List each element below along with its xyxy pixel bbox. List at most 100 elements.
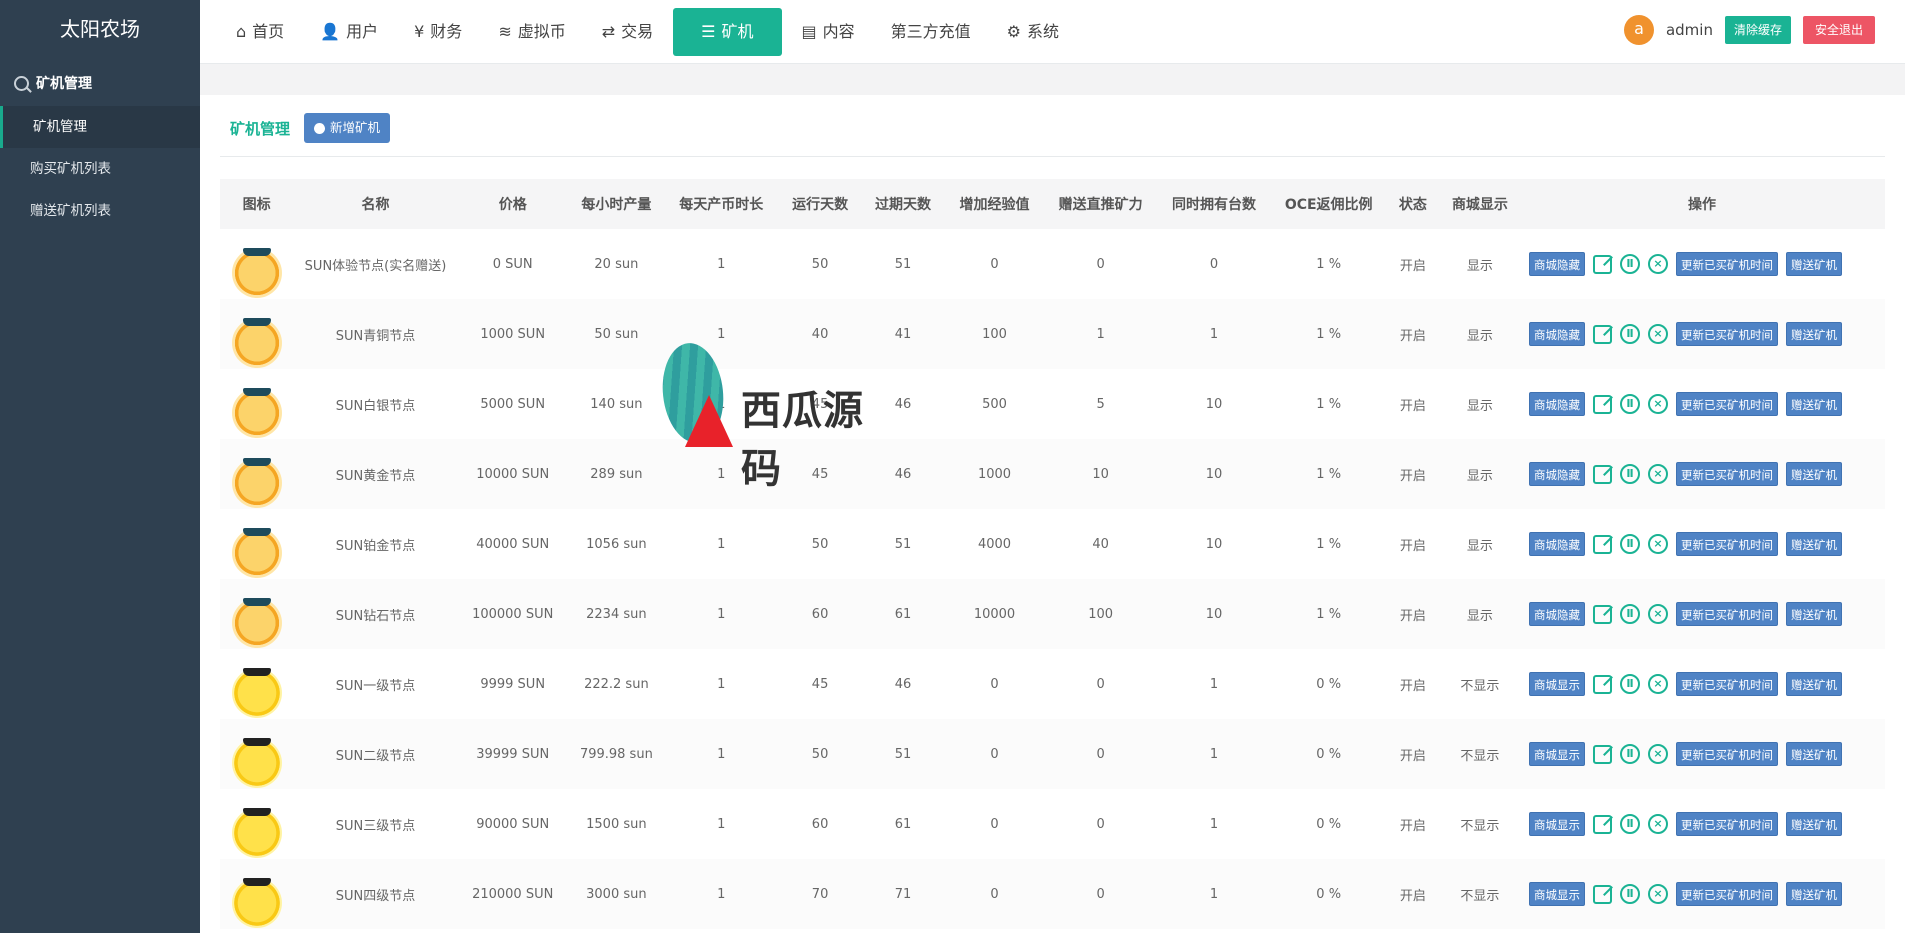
- icon-cell: [220, 579, 294, 649]
- cell-status: 开启: [1399, 398, 1426, 414]
- pause-icon[interactable]: Ⅱ: [1619, 464, 1640, 484]
- clear-cache-button[interactable]: 清除缓存: [1724, 16, 1791, 44]
- shop-toggle-button[interactable]: 商城显示: [1528, 812, 1585, 836]
- delete-icon[interactable]: ×: [1647, 254, 1668, 274]
- pause-icon[interactable]: Ⅱ: [1619, 254, 1640, 274]
- delete-icon[interactable]: ×: [1647, 464, 1668, 484]
- delete-icon[interactable]: ×: [1647, 674, 1668, 694]
- gift-miner-button[interactable]: 赠送矿机: [1785, 252, 1842, 276]
- server-icon: ☰: [701, 22, 716, 41]
- update-time-button[interactable]: 更新已买矿机时间: [1675, 462, 1778, 486]
- cell-run: 50: [811, 256, 829, 272]
- shop-toggle-button[interactable]: 商城隐藏: [1528, 252, 1585, 276]
- shop-toggle-button[interactable]: 商城隐藏: [1528, 392, 1585, 416]
- nav-item[interactable]: ⚙ 系统: [991, 8, 1075, 56]
- actions-cell: 商城隐藏 Ⅱ × 更新已买矿机时间 赠送矿机: [1518, 579, 1885, 649]
- nav-item[interactable]: 👤 用户: [304, 8, 394, 56]
- update-time-button[interactable]: 更新已买矿机时间: [1675, 532, 1778, 556]
- edit-icon[interactable]: [1592, 884, 1612, 904]
- edit-icon[interactable]: [1592, 464, 1612, 484]
- gift-miner-button[interactable]: 赠送矿机: [1785, 602, 1842, 626]
- edit-icon[interactable]: [1592, 324, 1612, 344]
- nav-item[interactable]: ⌂ 首页: [220, 8, 300, 56]
- gift-miner-button[interactable]: 赠送矿机: [1785, 672, 1842, 696]
- column-header: 名称: [293, 179, 458, 229]
- edit-icon[interactable]: [1592, 814, 1612, 834]
- nav-item[interactable]: 第三方充值: [875, 8, 987, 56]
- shop-toggle-button[interactable]: 商城隐藏: [1528, 532, 1585, 556]
- sidebar-section-label: 矿机管理: [36, 76, 92, 92]
- table-row: SUN黄金节点 10000 SUN 289 sun 1 45 46 1000 10 10 1 % 开…: [220, 439, 1885, 509]
- update-time-button[interactable]: 更新已买矿机时间: [1675, 812, 1778, 836]
- edit-icon[interactable]: [1592, 394, 1612, 414]
- cell-run: 45: [811, 676, 829, 692]
- edit-icon[interactable]: [1592, 604, 1612, 624]
- pause-icon[interactable]: Ⅱ: [1619, 324, 1640, 344]
- update-time-button[interactable]: 更新已买矿机时间: [1675, 672, 1778, 696]
- delete-icon[interactable]: ×: [1647, 814, 1668, 834]
- pause-icon[interactable]: Ⅱ: [1619, 884, 1640, 904]
- actions-cell: 商城隐藏 Ⅱ × 更新已买矿机时间 赠送矿机: [1518, 439, 1885, 509]
- cell-status: 开启: [1399, 818, 1426, 834]
- pause-icon[interactable]: Ⅱ: [1619, 674, 1640, 694]
- gift-miner-button[interactable]: 赠送矿机: [1785, 882, 1842, 906]
- gift-miner-button[interactable]: 赠送矿机: [1785, 392, 1842, 416]
- delete-icon[interactable]: ×: [1647, 604, 1668, 624]
- sidebar-item[interactable]: 赠送矿机列表: [0, 190, 200, 232]
- gift-miner-button[interactable]: 赠送矿机: [1785, 532, 1842, 556]
- edit-icon[interactable]: [1592, 254, 1612, 274]
- nav-item[interactable]: ⇄ 交易: [586, 8, 669, 56]
- sidebar-item[interactable]: 购买矿机列表: [0, 148, 200, 190]
- cell-status: 开启: [1399, 258, 1426, 274]
- nav-item[interactable]: ¥ 财务: [398, 8, 478, 56]
- cell-price: 40000 SUN: [476, 536, 550, 552]
- delete-icon[interactable]: ×: [1647, 884, 1668, 904]
- update-time-button[interactable]: 更新已买矿机时间: [1675, 602, 1778, 626]
- logout-button[interactable]: 安全退出: [1802, 16, 1875, 44]
- update-time-button[interactable]: 更新已买矿机时间: [1675, 742, 1778, 766]
- pause-icon[interactable]: Ⅱ: [1619, 534, 1640, 554]
- update-time-button[interactable]: 更新已买矿机时间: [1675, 392, 1778, 416]
- gift-miner-button[interactable]: 赠送矿机: [1785, 462, 1842, 486]
- delete-icon[interactable]: ×: [1647, 394, 1668, 414]
- shop-toggle-button[interactable]: 商城显示: [1528, 882, 1585, 906]
- cell-daily: 1: [665, 299, 778, 369]
- delete-icon[interactable]: ×: [1647, 324, 1668, 344]
- sidebar-item[interactable]: 矿机管理: [0, 106, 200, 148]
- delete-icon[interactable]: ×: [1647, 534, 1668, 554]
- username[interactable]: admin: [1666, 21, 1713, 39]
- update-time-button[interactable]: 更新已买矿机时间: [1675, 882, 1778, 906]
- delete-icon[interactable]: ×: [1647, 744, 1668, 764]
- nav-item[interactable]: ☰ 矿机: [673, 8, 782, 56]
- sidebar-section-header[interactable]: 矿机管理: [0, 60, 200, 106]
- shop-toggle-button[interactable]: 商城显示: [1528, 672, 1585, 696]
- update-time-button[interactable]: 更新已买矿机时间: [1675, 322, 1778, 346]
- shop-toggle-button[interactable]: 商城隐藏: [1528, 322, 1585, 346]
- nav-item[interactable]: ▤ 内容: [786, 8, 871, 56]
- edit-icon[interactable]: [1592, 744, 1612, 764]
- actions-cell: 商城显示 Ⅱ × 更新已买矿机时间 赠送矿机: [1519, 789, 1885, 859]
- nav-item[interactable]: ≋ 虚拟币: [482, 8, 581, 56]
- edit-icon[interactable]: [1592, 674, 1612, 694]
- cell-expire: 46: [894, 396, 912, 412]
- gift-miner-button[interactable]: 赠送矿机: [1785, 742, 1842, 766]
- gift-miner-button[interactable]: 赠送矿机: [1785, 322, 1842, 346]
- pause-icon[interactable]: Ⅱ: [1619, 744, 1640, 764]
- sun-icon: [231, 738, 282, 788]
- add-miner-button[interactable]: 新增矿机: [304, 113, 391, 143]
- shop-toggle-button[interactable]: 商城隐藏: [1528, 602, 1585, 626]
- shop-toggle-button[interactable]: 商城隐藏: [1528, 462, 1585, 486]
- shop-toggle-button[interactable]: 商城显示: [1528, 742, 1585, 766]
- cell-status: 开启: [1384, 859, 1441, 929]
- cell-daily: 1: [665, 579, 778, 649]
- cell-run: 50: [777, 719, 863, 789]
- update-time-button[interactable]: 更新已买矿机时间: [1675, 252, 1778, 276]
- edit-icon[interactable]: [1592, 534, 1612, 554]
- cell-own: 1: [1155, 859, 1273, 929]
- pause-icon[interactable]: Ⅱ: [1619, 604, 1640, 624]
- pause-icon[interactable]: Ⅱ: [1619, 394, 1640, 414]
- gift-miner-button[interactable]: 赠送矿机: [1785, 812, 1842, 836]
- pause-icon[interactable]: Ⅱ: [1619, 814, 1640, 834]
- nav-item-label: 交易: [621, 22, 654, 41]
- avatar[interactable]: a: [1623, 15, 1654, 45]
